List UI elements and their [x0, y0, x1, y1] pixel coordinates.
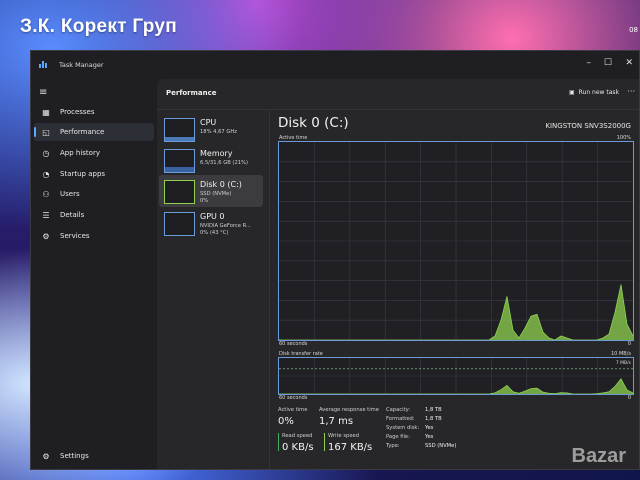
performance-pulse-icon: ◱	[42, 127, 50, 137]
page-file-key: Page file:	[386, 434, 410, 440]
active-time-graph	[278, 141, 634, 341]
read-speed-bar	[278, 433, 279, 451]
read-speed-label: Read speed	[282, 433, 313, 439]
maximize-button[interactable]: ☐	[604, 58, 612, 68]
gear-icon: ⚙	[42, 451, 50, 461]
graph1-duration: 60 seconds	[279, 341, 308, 347]
device-title: GPU 0	[200, 212, 225, 221]
sidebar-item-app-history[interactable]: ◷ App history	[34, 144, 154, 162]
task-manager-logo-icon	[39, 61, 47, 68]
graph2-marker: 7 MB/s	[615, 361, 631, 366]
read-speed-value: 0 KB/s	[282, 442, 314, 453]
pane-divider	[269, 110, 270, 469]
graph2-min: 0	[627, 395, 631, 401]
graph1-min: 0	[627, 341, 631, 347]
system-disk-key: System disk:	[386, 425, 420, 431]
sidebar: ≡ ▦ Processes ◱ Performance ◷ App histor…	[31, 79, 157, 469]
device-title: CPU	[200, 118, 217, 127]
memory-mini-graph	[164, 149, 195, 173]
device-card-cpu[interactable]: CPU 18% 4,67 GHz	[159, 113, 263, 145]
sidebar-item-label: Performance	[60, 128, 105, 136]
header-divider	[157, 109, 639, 110]
cpu-mini-graph	[164, 118, 195, 142]
task-manager-window: Task Manager – ☐ ✕ ≡ ▦ Processes ◱ Perfo…	[30, 50, 640, 470]
capacity-key: Capacity:	[386, 407, 411, 413]
run-task-icon: ▣	[568, 89, 575, 96]
active-time-value: 0%	[278, 416, 294, 427]
sidebar-item-processes[interactable]: ▦ Processes	[34, 103, 154, 121]
device-subtitle: SSD (NVMe) 0%	[200, 191, 232, 204]
disk-title: Disk 0 (C:)	[278, 115, 349, 131]
transfer-rate-graph	[278, 357, 634, 395]
sidebar-item-performance[interactable]: ◱ Performance	[34, 123, 154, 141]
history-clock-icon: ◷	[42, 148, 50, 158]
run-new-task-button[interactable]: ▣ Run new task	[569, 89, 619, 96]
sidebar-item-label: Settings	[60, 452, 89, 460]
sidebar-item-settings[interactable]: ⚙ Settings	[34, 447, 154, 465]
capacity-value: 1,8 TB	[425, 407, 442, 413]
gpu-mini-graph	[164, 212, 195, 236]
details-list-icon: ☰	[42, 210, 50, 220]
write-speed-value: 167 KB/s	[328, 442, 373, 453]
sidebar-item-label: Details	[60, 211, 85, 219]
services-gear-icon: ⚙	[42, 231, 50, 241]
sidebar-item-label: Startup apps	[60, 170, 106, 178]
avg-response-label: Average response time	[319, 407, 379, 413]
active-time-label: Active time	[278, 407, 308, 413]
system-disk-value: Yes	[425, 425, 434, 431]
more-options-button[interactable]: ···	[627, 87, 635, 96]
write-speed-label: Write speed	[328, 433, 360, 439]
formatted-key: Formatted:	[386, 416, 415, 422]
close-button[interactable]: ✕	[625, 58, 633, 68]
sidebar-item-label: App history	[60, 149, 100, 157]
sidebar-item-details[interactable]: ☰ Details	[34, 206, 154, 224]
users-icon: ⚇	[42, 189, 50, 199]
photo-overlay-text: З.К. Корект Груп	[20, 16, 178, 37]
startup-gauge-icon: ◔	[42, 169, 50, 179]
device-title: Memory	[200, 149, 233, 158]
sidebar-item-label: Processes	[60, 108, 95, 116]
processes-grid-icon: ▦	[42, 107, 50, 117]
hamburger-icon[interactable]: ≡	[39, 87, 47, 98]
device-title: Disk 0 (C:)	[200, 180, 242, 189]
device-card-memory[interactable]: Memory 6,5/31,6 GB (21%)	[159, 144, 263, 176]
sidebar-item-users[interactable]: ⚇ Users	[34, 185, 154, 203]
disk-model: KINGSTON SNV3S2000G	[545, 122, 631, 130]
device-subtitle: 6,5/31,6 GB (21%)	[200, 160, 249, 166]
type-value: SSD (NVMe)	[425, 443, 457, 449]
device-card-disk0[interactable]: Disk 0 (C:) SSD (NVMe) 0%	[159, 175, 263, 207]
graph2-duration: 60 seconds	[279, 395, 308, 401]
sidebar-item-label: Users	[60, 190, 80, 198]
write-speed-bar	[324, 433, 325, 451]
device-subtitle: NVIDIA GeForce R... 0% (43 °C)	[200, 223, 251, 236]
formatted-value: 1,8 TB	[425, 416, 442, 422]
title-bar[interactable]: Task Manager – ☐ ✕	[31, 51, 639, 79]
avg-response-value: 1,7 ms	[319, 416, 354, 427]
taskbar-clock-fragment: 08	[629, 26, 638, 34]
type-key: Type:	[386, 443, 400, 449]
device-subtitle: 18% 4,67 GHz	[200, 129, 238, 135]
sidebar-item-services[interactable]: ⚙ Services	[34, 227, 154, 245]
window-title: Task Manager	[59, 61, 104, 69]
minimize-button[interactable]: –	[587, 58, 592, 68]
page-file-value: Yes	[425, 434, 434, 440]
watermark-logo: Bazar	[571, 445, 626, 467]
page-title: Performance	[166, 89, 217, 97]
disk-mini-graph	[164, 180, 195, 204]
sidebar-item-startup-apps[interactable]: ◔ Startup apps	[34, 165, 154, 183]
sidebar-item-label: Services	[60, 232, 90, 240]
device-card-gpu0[interactable]: GPU 0 NVIDIA GeForce R... 0% (43 °C)	[159, 207, 263, 239]
content-pane: Performance ▣ Run new task ··· CPU 18% 4,…	[157, 79, 639, 469]
run-task-label: Run new task	[578, 89, 619, 96]
